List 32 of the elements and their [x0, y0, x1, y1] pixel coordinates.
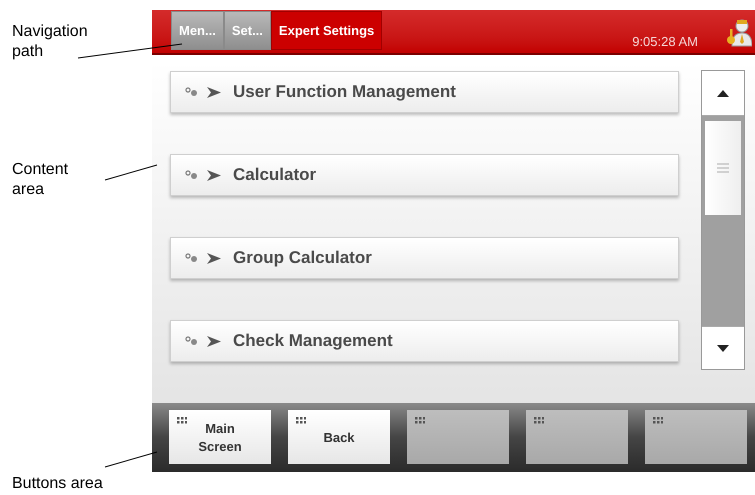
gear-dots-icon [185, 170, 199, 180]
arrow-icon [207, 86, 221, 98]
up-triangle-icon [717, 90, 729, 96]
menu-item[interactable]: Calculator [170, 154, 679, 196]
scroll-up-button[interactable] [702, 71, 744, 116]
menu-item[interactable]: User Function Management [170, 71, 679, 113]
down-triangle-icon [717, 344, 729, 352]
annotation-label: Buttons area [12, 474, 104, 494]
scroll-thumb[interactable] [705, 121, 741, 215]
arrow-icon [207, 336, 221, 346]
scrollbar[interactable] [701, 70, 745, 370]
grip-icon [177, 417, 187, 424]
gear-dots-icon [185, 336, 199, 346]
grip-icon [415, 417, 425, 424]
gear-dots-icon [185, 253, 199, 263]
menu-item[interactable]: Check Management [170, 320, 679, 362]
grip-icon [534, 417, 544, 424]
arrow-icon [207, 170, 221, 180]
soft-key[interactable]: Back [288, 410, 390, 464]
menu-item[interactable]: Group Calculator [170, 237, 679, 279]
scroll-down-button[interactable] [702, 326, 744, 369]
annotation-label: Content area [12, 160, 70, 200]
grip-icon [653, 417, 663, 424]
leader-line [104, 452, 158, 468]
grip-icon [296, 417, 306, 424]
annotation-label: Navigation path [12, 22, 89, 62]
clock-time: 9:05:28 AM [632, 33, 698, 51]
gear-dots-icon [185, 87, 199, 97]
leader-line [104, 164, 158, 180]
soft-key[interactable]: Main Screen [169, 410, 271, 464]
arrow-icon [207, 252, 221, 264]
breadcrumb[interactable]: Expert Settings [270, 11, 382, 50]
